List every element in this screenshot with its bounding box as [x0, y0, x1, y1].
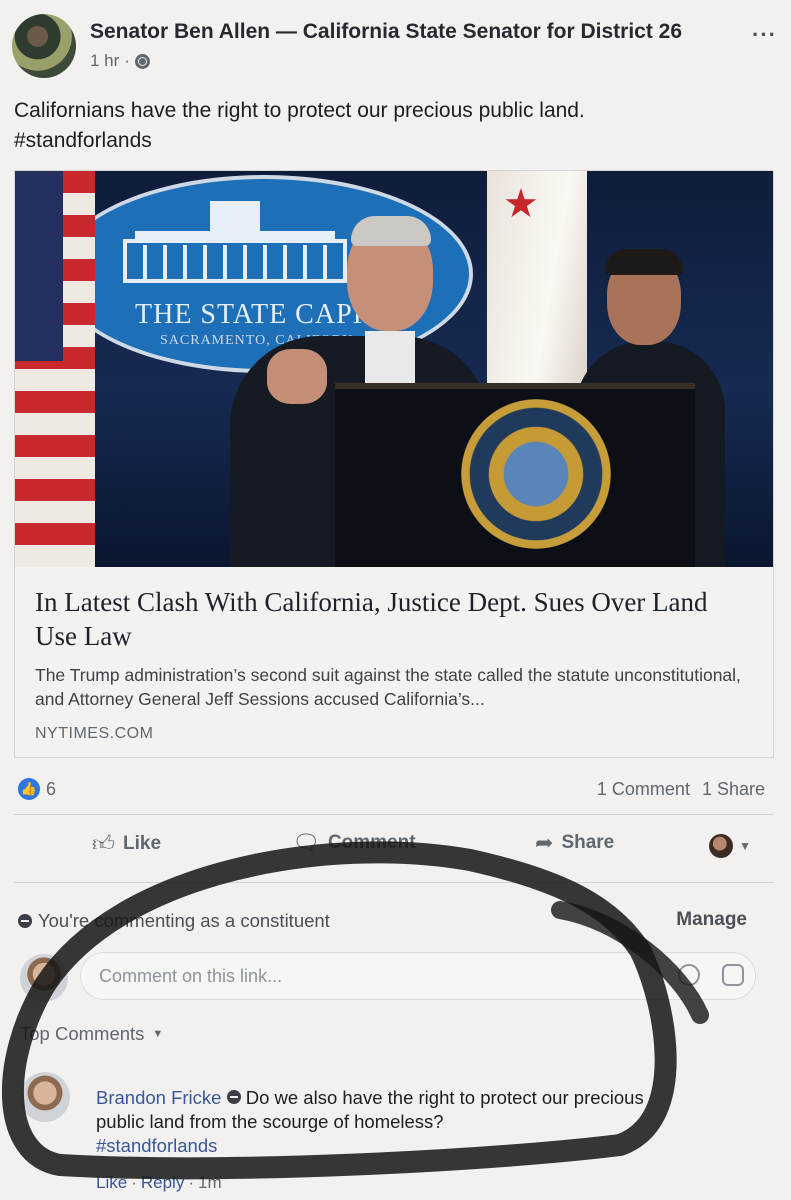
- post-time[interactable]: 1 hr: [90, 51, 119, 71]
- current-user-avatar: [20, 954, 68, 1002]
- comment: Brandon Fricke Do we also have the right…: [96, 1086, 696, 1158]
- meta-separator: ·: [124, 51, 130, 70]
- commenter-avatar[interactable]: [20, 1072, 70, 1122]
- comment-time: 1m: [198, 1173, 222, 1192]
- comment-label: Comment: [327, 832, 416, 853]
- share-label: Share: [561, 832, 615, 853]
- divider: [14, 814, 774, 815]
- link-preview-image[interactable]: THE STATE CAPIT SACRAMENTO, CALIFORN ★: [15, 171, 773, 567]
- constituent-badge-icon: [226, 1090, 241, 1104]
- like-button[interactable]: 👍︎ Like: [92, 830, 161, 857]
- facebook-post: Senator Ben Allen — California State Sen…: [0, 0, 791, 1200]
- divider: [14, 882, 774, 883]
- california-star-icon: ★: [503, 182, 539, 226]
- governor-seal: [461, 399, 611, 549]
- capitol-building-graphic: [123, 201, 347, 283]
- post-text: Californians have the right to protect o…: [14, 96, 754, 156]
- speaker-shirt: [365, 331, 415, 391]
- speaker-hand: [267, 349, 327, 404]
- audience-avatar: [709, 834, 734, 858]
- post-text-line: Californians have the right to protect o…: [14, 99, 585, 122]
- comment-button[interactable]: 🗨︎ Comment: [292, 830, 416, 856]
- audience-selector[interactable]: ▼: [709, 834, 751, 858]
- comment-like-link[interactable]: Like: [96, 1173, 127, 1193]
- like-reaction-icon[interactable]: 👍: [18, 778, 40, 800]
- emoji-icon[interactable]: [678, 964, 700, 986]
- post-stats: 1 Comment 1 Share: [597, 779, 765, 800]
- person-right-hair: [605, 249, 683, 275]
- sticker-icon[interactable]: [722, 964, 744, 986]
- us-flag-canton: [15, 171, 63, 361]
- comment-reply-link[interactable]: Reply: [141, 1173, 184, 1193]
- comment-sort-dropdown[interactable]: Top Comments ▼: [20, 1023, 163, 1045]
- constituent-badge-icon: [18, 914, 32, 928]
- action-bar: 👍︎ Like 🗨︎ Comment ➦ Share ▼: [0, 830, 791, 866]
- speaker-hair: [351, 216, 431, 246]
- author-name[interactable]: Senator Ben Allen — California State Sen…: [90, 20, 682, 44]
- link-description: The Trump administration’s second suit a…: [35, 665, 741, 709]
- link-title[interactable]: In Latest Clash With California, Justice…: [35, 585, 755, 653]
- commenter-name[interactable]: Brandon Fricke: [96, 1087, 221, 1108]
- share-count[interactable]: 1 Share: [702, 779, 765, 800]
- speech-bubble-icon: 🗨︎: [292, 830, 320, 855]
- comment-actions: Like · Reply · 1m: [96, 1173, 222, 1193]
- comment-count[interactable]: 1 Comment: [597, 779, 690, 800]
- share-button[interactable]: ➦ Share: [535, 830, 614, 856]
- separator: ·: [131, 1173, 137, 1192]
- share-arrow-icon: ➦: [535, 830, 554, 855]
- chevron-down-icon: ▼: [152, 1028, 164, 1040]
- more-options-icon[interactable]: ···: [752, 22, 777, 48]
- post-hashtag[interactable]: #standforlands: [14, 126, 754, 156]
- constituent-notice-text: You're commenting as a constituent: [38, 910, 330, 931]
- comment-hashtag[interactable]: #standforlands: [96, 1134, 696, 1158]
- link-source: NYTIMES.COM: [35, 725, 154, 742]
- separator: ·: [188, 1173, 194, 1192]
- manage-button[interactable]: Manage: [676, 909, 747, 931]
- chevron-down-icon: ▼: [739, 839, 751, 853]
- seal-text-line1: THE STATE CAPIT: [135, 299, 382, 330]
- comment-input[interactable]: [80, 952, 756, 1000]
- thumbs-up-icon: 👍︎: [92, 831, 115, 856]
- reaction-count[interactable]: 6: [46, 779, 56, 800]
- author-avatar[interactable]: [12, 14, 76, 78]
- globe-icon: [134, 53, 150, 69]
- like-label: Like: [123, 832, 162, 854]
- constituent-notice: You're commenting as a constituent: [18, 910, 330, 932]
- post-meta: 1 hr ·: [90, 51, 150, 71]
- link-preview-card[interactable]: THE STATE CAPIT SACRAMENTO, CALIFORN ★ I…: [14, 170, 774, 758]
- comment-sort-label: Top Comments: [20, 1023, 145, 1044]
